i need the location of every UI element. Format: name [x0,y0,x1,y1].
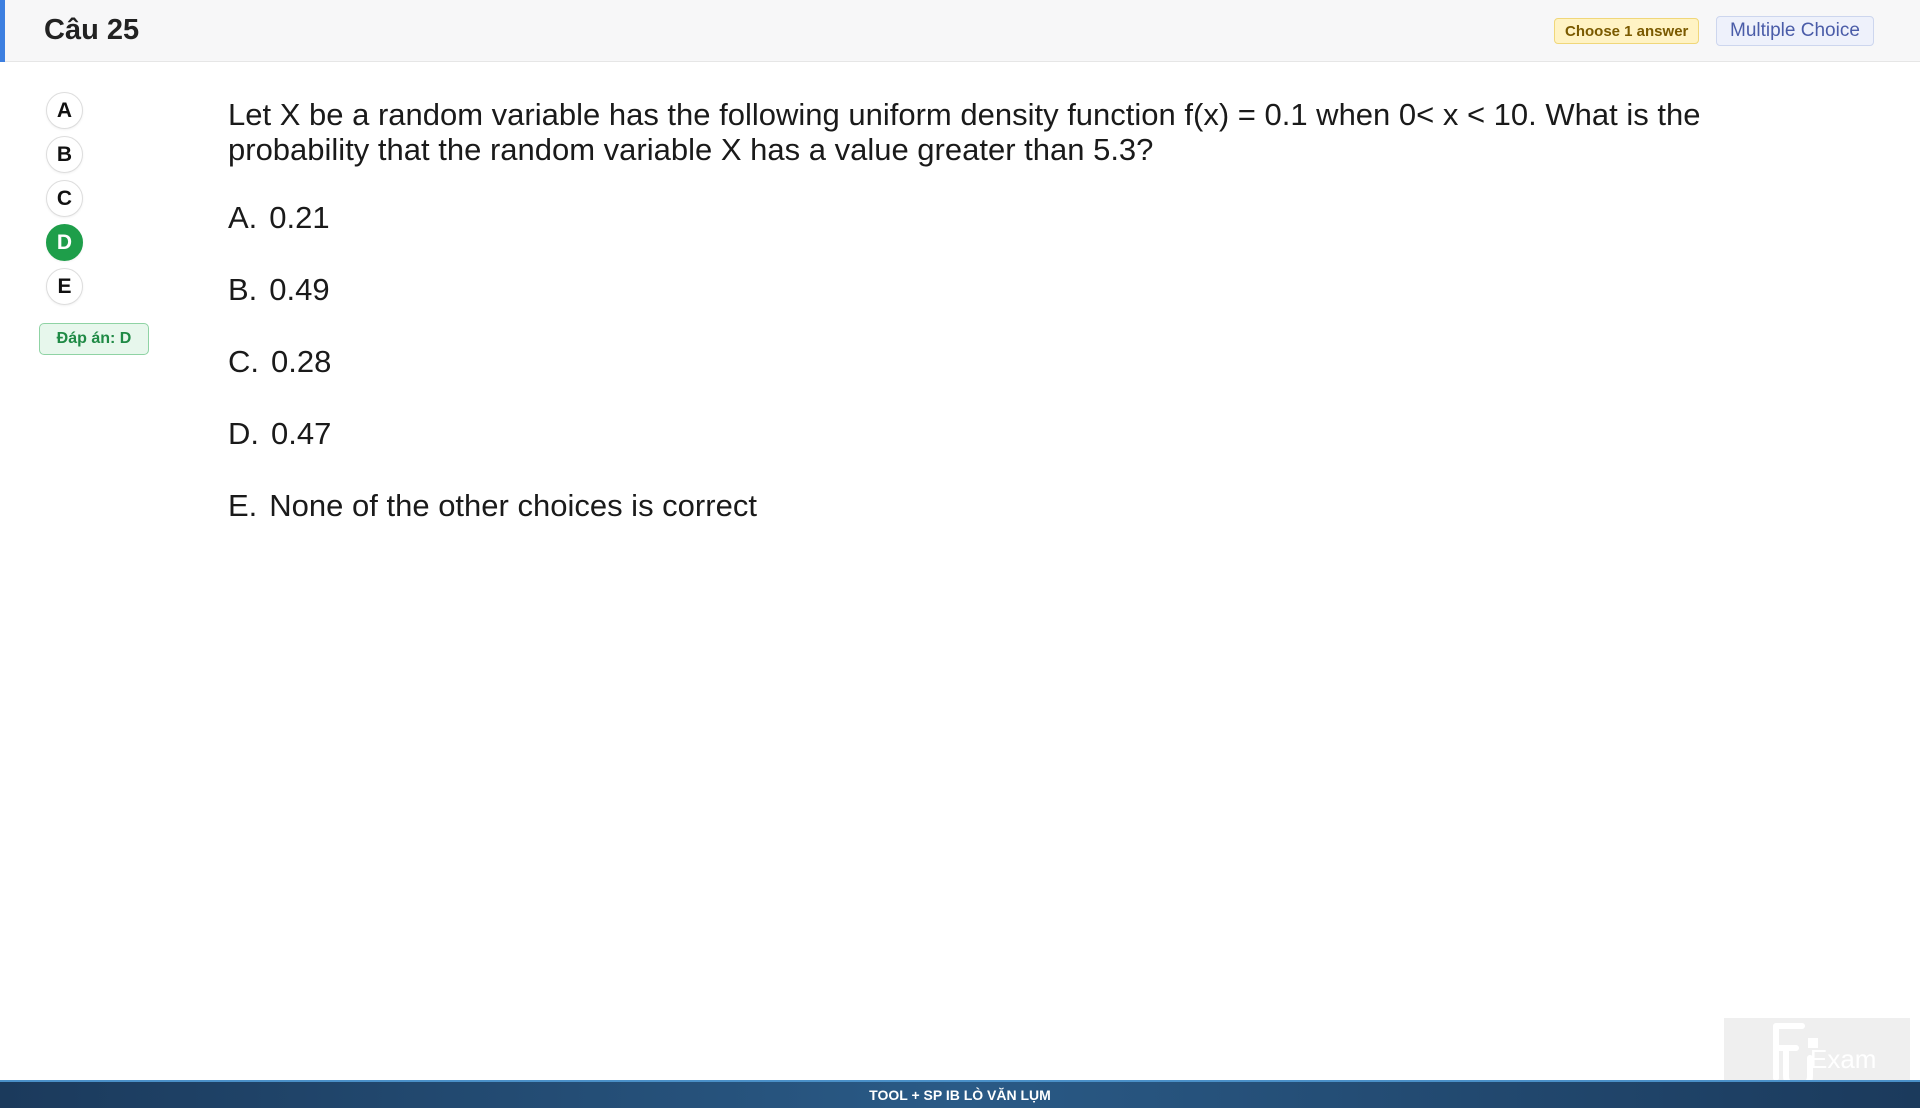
choice-text: 0.47 [271,416,332,451]
question-type-badge: Multiple Choice [1716,16,1874,46]
choice-text: 0.28 [271,344,332,379]
option-button-a[interactable]: A [46,92,83,129]
footer-text: TOOL + SP IB LÒ VĂN LỤM [869,1087,1051,1103]
choice-letter: E. [228,488,258,523]
choice-letter: B. [228,272,258,307]
choice-text: 0.49 [269,272,330,307]
choice-text: 0.21 [269,200,330,235]
choice-letter: A. [228,200,258,235]
option-button-c[interactable]: C [46,180,83,217]
header-accent-bar [0,0,5,62]
choice-letter: D. [228,416,259,451]
question-text: Let X be a random variable has the follo… [228,97,1701,167]
choice-item-d: D. 0.47 [228,416,757,452]
option-button-b[interactable]: B [46,136,83,173]
question-title: Câu 25 [44,14,140,46]
quiz-page: Câu 25 Choose 1 answer Multiple Choice A… [0,0,1920,1108]
choice-letter: C. [228,344,259,379]
choice-item-c: C. 0.28 [228,344,757,380]
footer-bar: TOOL + SP IB LÒ VĂN LỤM [0,1080,1920,1108]
choice-item-b: B. 0.49 [228,272,757,308]
choice-list: A. 0.21 B. 0.49 C. 0.28 D. 0.47 E. None of th… [228,200,757,560]
option-button-e[interactable]: E [46,268,83,305]
answer-option-list: A B C D E [46,92,86,312]
choose-count-badge: Choose 1 answer [1554,18,1700,44]
logo-text: Exam [1810,1044,1876,1074]
option-button-d[interactable]: D [46,224,83,261]
choice-item-e: E. None of the other choices is correct [228,488,757,524]
correct-answer-badge: Đáp án: D [39,323,149,355]
choice-item-a: A. 0.21 [228,200,757,236]
question-header: Câu 25 Choose 1 answer Multiple Choice [0,0,1920,62]
choice-text: None of the other choices is correct [269,488,757,523]
